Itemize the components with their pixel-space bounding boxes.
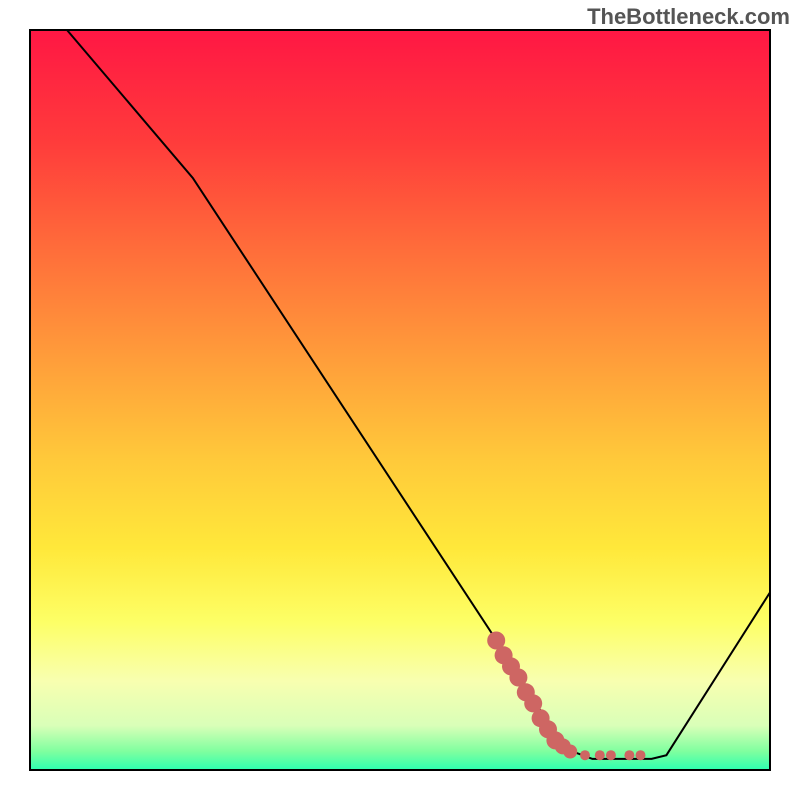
chart-svg bbox=[0, 0, 800, 800]
highlight-marker bbox=[580, 750, 590, 760]
watermark-text: TheBottleneck.com bbox=[587, 4, 790, 30]
highlight-marker bbox=[606, 750, 616, 760]
chart-container: TheBottleneck.com bbox=[0, 0, 800, 800]
highlight-marker bbox=[624, 750, 634, 760]
highlight-marker bbox=[563, 745, 577, 759]
highlight-marker bbox=[595, 750, 605, 760]
highlight-marker bbox=[636, 750, 646, 760]
plot-background bbox=[30, 30, 770, 770]
